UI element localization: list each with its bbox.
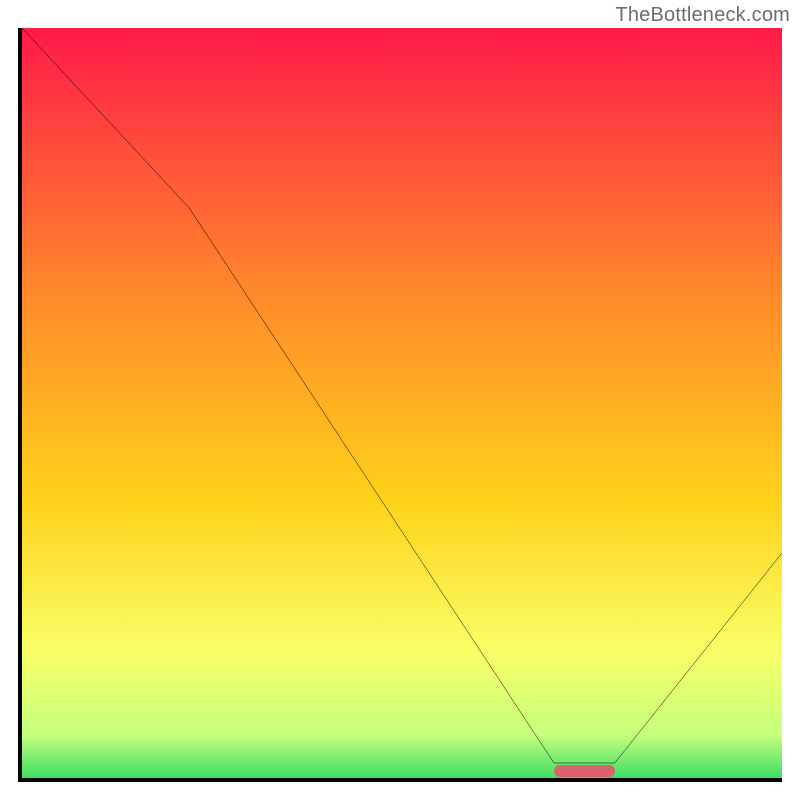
plot-area — [18, 28, 782, 782]
chart-frame: TheBottleneck.com — [0, 0, 800, 800]
bottleneck-curve — [22, 28, 782, 778]
watermark-text: TheBottleneck.com — [615, 4, 790, 27]
optimal-range-indicator — [554, 765, 615, 777]
